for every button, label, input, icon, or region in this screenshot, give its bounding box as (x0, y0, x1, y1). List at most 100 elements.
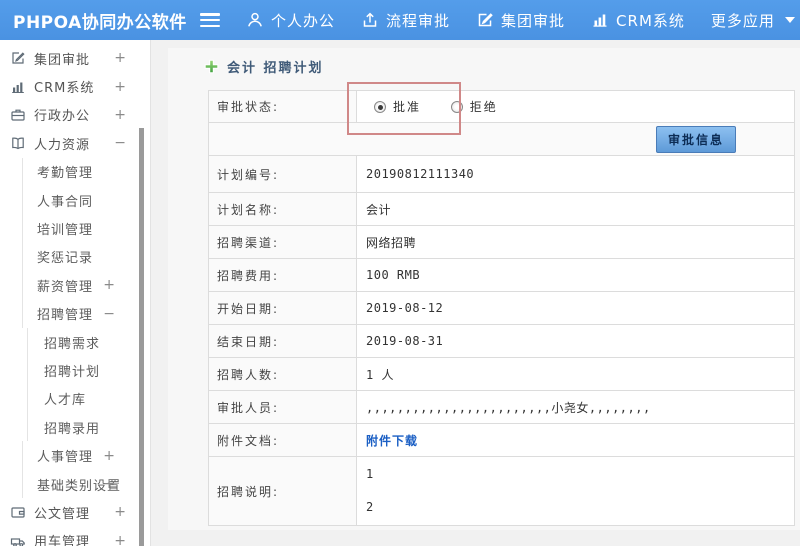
field-label: 计划编号: (208, 155, 357, 193)
nav-label: 流程审批 (386, 11, 451, 30)
table-row: 招聘人数: 1 人 (208, 357, 795, 391)
field-label: 审批人员: (208, 390, 357, 424)
app-window: PHPOA协同办公软件 个人办公 流程审批 集团审批 CRM系统 更多应用 集团… (0, 0, 800, 546)
sidebar-item-hr-contract[interactable]: 人事合同 (22, 185, 150, 215)
approval-status-row: 审批状态: 批准 拒绝 (208, 90, 795, 123)
briefcase-icon (10, 107, 27, 123)
page-title-bar: 会计 招聘计划 (168, 48, 800, 76)
car-icon (10, 533, 27, 546)
field-label: 附件文档: (208, 423, 357, 457)
expand-toggle[interactable]: + (114, 504, 126, 520)
sidebar-item-rewards[interactable]: 奖惩记录 (22, 242, 150, 272)
sidebar-item-label: 行政办公 (34, 109, 91, 125)
start-date-value: 2019-08-12 (356, 291, 795, 325)
page-title: 会计 招聘计划 (227, 61, 324, 76)
attachment-download-link[interactable]: 附件下载 (366, 434, 418, 448)
sidebar-item-attendance[interactable]: 考勤管理 (22, 157, 150, 186)
plan-number-value: 20190812111340 (356, 155, 795, 193)
field-label: 结束日期: (208, 324, 357, 358)
approvers-value: ,,,,,,,,,,,,,,,,,,,,,,,,小尧女,,,,,,,, (356, 390, 795, 424)
sidebar-item-base-category[interactable]: 基础类别设置 + (22, 469, 150, 499)
sidebar-item-recruit-hire[interactable]: 招聘录用 (27, 413, 150, 442)
expand-toggle[interactable]: + (103, 277, 115, 293)
sidebar-item-document-mgmt[interactable]: 公文管理 + (0, 498, 150, 526)
field-label: 招聘渠道: (208, 225, 357, 259)
table-row: 结束日期: 2019-08-31 (208, 324, 795, 358)
nav-personal-office[interactable]: 个人办公 (246, 10, 335, 31)
sidebar-item-recruit-demand[interactable]: 招聘需求 (27, 327, 150, 357)
sidebar-item-human-resources[interactable]: 人力资源 − (0, 129, 150, 157)
edit-square-icon (478, 13, 493, 27)
sidebar: 集团审批 + CRM系统 + 行政办公 + 人力资源 − 考勤管理 人事合同 培… (0, 40, 151, 546)
sidebar-item-label: 公文管理 (34, 506, 91, 522)
approval-info-button[interactable]: 审批信息 (655, 125, 736, 153)
nav-crm-system[interactable]: CRM系统 (591, 10, 685, 31)
field-label: 招聘费用: (208, 258, 357, 292)
nav-label: 集团审批 (501, 11, 566, 30)
sidebar-item-training[interactable]: 培训管理 (22, 214, 150, 243)
sidebar-item-label: CRM系统 (34, 81, 95, 97)
description-row: 招聘说明: 1 2 (208, 456, 795, 526)
field-label: 招聘人数: (208, 357, 357, 391)
top-navbar: PHPOA协同办公软件 个人办公 流程审批 集团审批 CRM系统 更多应用 (0, 0, 800, 40)
expand-toggle[interactable]: + (103, 476, 115, 492)
bar-chart-icon (593, 14, 607, 27)
expand-toggle[interactable]: + (114, 533, 126, 546)
plan-name-value: 会计 (356, 192, 795, 226)
nav-label: 个人办公 (271, 11, 336, 30)
headcount-value: 1 人 (356, 357, 795, 391)
sidebar-item-admin-office[interactable]: 行政办公 + (0, 101, 150, 129)
radio-reject[interactable] (450, 101, 463, 113)
edit-square-icon (10, 50, 27, 66)
field-label: 审批状态: (208, 90, 357, 123)
app-logo: PHPOA协同办公软件 (13, 12, 187, 33)
radio-approve-label: 批准 (393, 100, 422, 114)
field-label: 开始日期: (208, 291, 357, 325)
table-row: 招聘费用: 100 RMB (208, 258, 795, 292)
radio-approve[interactable] (374, 101, 386, 113)
field-label: 计划名称: (208, 192, 357, 226)
radio-reject-label: 拒绝 (469, 100, 498, 114)
sidebar-item-personnel-mgmt[interactable]: 人事管理 + (22, 441, 150, 470)
wallet-icon (10, 504, 27, 520)
table-row: 计划名称: 会计 (208, 192, 795, 226)
expand-toggle[interactable]: + (103, 448, 115, 464)
sidebar-item-talent-pool[interactable]: 人才库 (27, 384, 150, 414)
table-row: 招聘渠道: 网络招聘 (208, 225, 795, 259)
nav-label: 更多应用 (710, 11, 775, 30)
collapse-toggle[interactable]: − (103, 306, 115, 322)
nav-process-approval[interactable]: 流程审批 (361, 10, 450, 31)
hamburger-icon[interactable] (200, 13, 220, 27)
collapse-toggle[interactable]: − (114, 135, 126, 151)
main-content: 会计 招聘计划 审批状态: 批准 拒绝 审批信息 计划编号: 201908121… (151, 40, 800, 546)
expand-toggle[interactable]: + (114, 107, 126, 123)
sidebar-scrollbar[interactable] (139, 128, 144, 546)
expand-toggle[interactable]: + (114, 50, 126, 66)
sidebar-item-recruit-plan[interactable]: 招聘计划 (27, 356, 150, 385)
table-row: 开始日期: 2019-08-12 (208, 291, 795, 325)
nav-more-apps[interactable]: 更多应用 (711, 10, 795, 31)
sidebar-item-label: 用车管理 (34, 535, 91, 546)
description-line: 1 (366, 467, 374, 481)
attachment-row: 附件文档: 附件下载 (208, 423, 795, 457)
sidebar-item-salary[interactable]: 薪资管理 + (22, 271, 150, 300)
bar-chart-icon (10, 79, 27, 95)
end-date-value: 2019-08-31 (356, 324, 795, 358)
book-icon (10, 135, 27, 151)
sidebar-item-crm[interactable]: CRM系统 + (0, 72, 150, 100)
description-value: 1 2 (356, 456, 795, 526)
expand-toggle[interactable]: + (114, 79, 126, 95)
user-icon (248, 12, 262, 27)
nav-group-approval[interactable]: 集团审批 (476, 10, 565, 31)
nav-label: CRM系统 (616, 11, 685, 30)
process-icon (363, 12, 377, 27)
recruit-plan-form: 审批状态: 批准 拒绝 审批信息 计划编号: 20190812111340 计划… (208, 90, 795, 526)
approval-status-value: 批准 拒绝 (356, 90, 795, 123)
description-line: 2 (366, 500, 374, 514)
approval-button-row: 审批信息 (208, 122, 795, 156)
sidebar-item-recruit-mgmt[interactable]: 招聘管理 − (22, 299, 150, 328)
sidebar-item-vehicle-mgmt[interactable]: 用车管理 + (0, 527, 150, 546)
sidebar-item-group-approval[interactable]: 集团审批 + (0, 44, 150, 72)
caret-down-icon (784, 17, 795, 23)
content-card: 会计 招聘计划 审批状态: 批准 拒绝 审批信息 计划编号: 201908121… (168, 48, 800, 530)
